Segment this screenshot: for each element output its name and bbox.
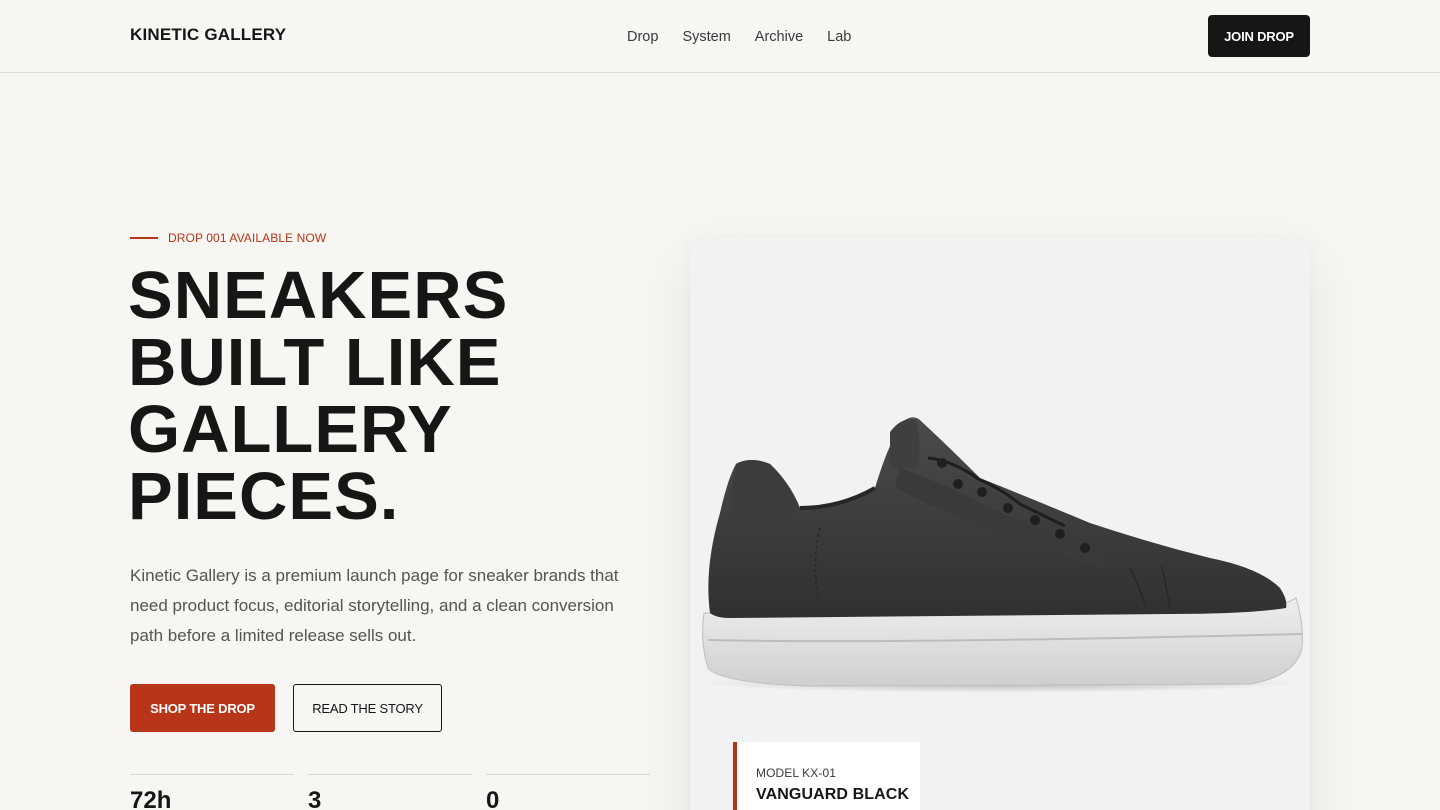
product-card: MODEL KX-01 VANGUARD BLACK	[690, 238, 1310, 810]
stat-value: 72h	[130, 787, 172, 810]
nav-link-lab[interactable]: Lab	[827, 29, 851, 45]
model-name: VANGUARD BLACK	[756, 786, 910, 803]
headline-line: PIECES.	[128, 459, 400, 534]
join-drop-button[interactable]: JOIN DROP	[1208, 15, 1310, 57]
stats-row: 72h 3 0	[130, 774, 650, 810]
stat-item: 0	[486, 774, 650, 810]
eyebrow-rule	[130, 237, 158, 239]
headline-line: BUILT LIKE	[128, 325, 502, 400]
eyebrow-text: DROP 001 AVAILABLE NOW	[168, 231, 327, 245]
eyebrow: DROP 001 AVAILABLE NOW	[130, 231, 326, 245]
read-the-story-button[interactable]: READ THE STORY	[293, 684, 442, 732]
nav-link-archive[interactable]: Archive	[755, 29, 803, 45]
model-code: MODEL KX-01	[756, 766, 837, 780]
brand-logo[interactable]: KINETIC GALLERY	[130, 25, 286, 45]
stat-item: 3	[308, 774, 472, 810]
main-nav: Drop System Archive Lab	[627, 29, 875, 45]
stat-value: 0	[486, 787, 500, 810]
nav-link-system[interactable]: System	[682, 29, 730, 45]
hero-headline: SNEAKERS BUILT LIKE GALLERY PIECES.	[128, 262, 608, 530]
site-header: KINETIC GALLERY Drop System Archive Lab …	[0, 0, 1440, 73]
stat-value: 3	[308, 787, 322, 810]
nav-link-drop[interactable]: Drop	[627, 29, 658, 45]
hero-description: Kinetic Gallery is a premium launch page…	[130, 566, 619, 645]
headline-line: SNEAKERS	[128, 258, 509, 333]
shop-the-drop-button[interactable]: SHOP THE DROP	[130, 684, 275, 732]
sneaker-image	[700, 417, 1303, 693]
product-model-tag: MODEL KX-01 VANGUARD BLACK	[733, 742, 920, 810]
headline-line: GALLERY	[128, 392, 453, 467]
stat-item: 72h	[130, 774, 294, 810]
